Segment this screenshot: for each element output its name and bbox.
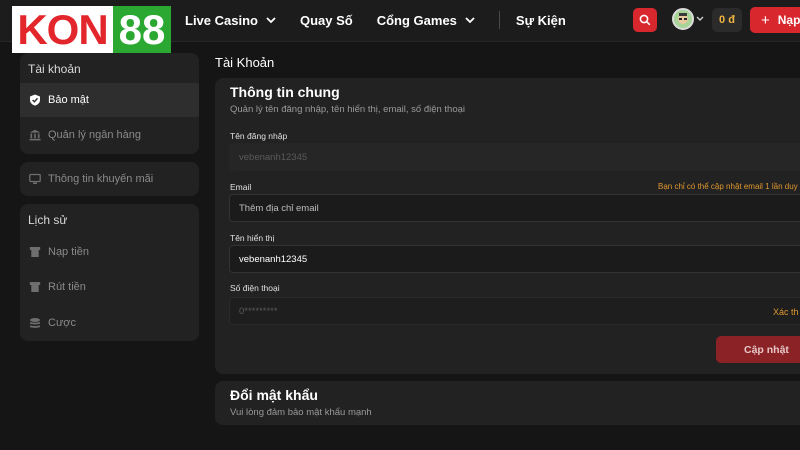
nav-divider [498, 11, 500, 29]
bank-icon [29, 129, 41, 141]
withdraw-icon [29, 281, 41, 293]
main-nav: Live Casino Quay Số Cổng Games Sự Kiện [185, 0, 590, 40]
nav-cong-games-label: Cổng Games [376, 12, 457, 28]
sidebar-item-promo[interactable]: Thông tin khuyến mãi [20, 162, 199, 196]
search-icon [639, 14, 651, 26]
sidebar-item-security-label: Bảo mật [48, 94, 89, 106]
username-label: Tên đăng nhập [230, 131, 288, 141]
chevron-down-icon [465, 17, 475, 24]
email-label: Email [230, 182, 252, 192]
history-section-title: Lịch sử [28, 213, 68, 227]
email-update-note: Bạn chỉ có thể cập nhật email 1 lần duy [658, 182, 798, 191]
nav-live-casino[interactable]: Live Casino [185, 13, 276, 28]
nav-quay-so[interactable]: Quay Số [300, 13, 353, 28]
avatar-face-icon [674, 10, 692, 28]
kon88-logo[interactable]: KON 88 [12, 6, 171, 53]
deposit-icon [29, 246, 41, 258]
email-field[interactable]: Thêm địa chỉ email [229, 194, 800, 222]
nav-cong-games[interactable]: Cổng Games [377, 13, 475, 28]
sidebar-item-security[interactable]: Bảo mật [20, 83, 199, 117]
deposit-button[interactable]: + Nạp [750, 7, 800, 33]
nav-su-kien[interactable]: Sự Kiện [516, 13, 566, 28]
username-field: vebenanh12345 [229, 143, 800, 171]
deposit-label: Nạp [777, 13, 800, 27]
general-info-card [215, 78, 800, 374]
nav-su-kien-label: Sự Kiện [515, 12, 566, 28]
change-password-subtitle: Vui lòng đảm bảo mật khẩu mạnh [230, 407, 372, 418]
chevron-down-icon[interactable] [696, 16, 704, 22]
sidebar-item-deposit-label: Nạp tiền [48, 246, 89, 258]
nav-quay-so-label: Quay Số [299, 12, 353, 28]
sidebar-item-bank-label: Quản lý ngân hàng [48, 129, 141, 141]
change-password-title: Đổi mật khẩu [230, 387, 318, 403]
balance-badge: 0 đ [712, 8, 742, 32]
update-button[interactable]: Cập nhật [716, 336, 800, 363]
page-title: Tài Khoản [215, 55, 275, 70]
nav-live-casino-label: Live Casino [185, 12, 258, 28]
coins-icon [29, 317, 41, 329]
sidebar-item-bets[interactable]: Cược [20, 306, 199, 340]
avatar[interactable] [672, 8, 694, 30]
plus-icon: + [761, 11, 770, 29]
sidebar-item-bets-label: Cược [48, 317, 77, 329]
phone-label: Số điện thoại [230, 283, 280, 293]
chevron-down-icon [266, 17, 276, 24]
sidebar-item-deposit[interactable]: Nạp tiền [20, 235, 199, 269]
sidebar-item-bank[interactable]: Quản lý ngân hàng [20, 118, 199, 152]
general-info-title: Thông tin chung [230, 84, 340, 100]
monitor-icon [29, 173, 41, 185]
logo-88-text: 88 [113, 6, 171, 53]
shield-check-icon [29, 94, 41, 106]
account-section-title: Tài khoản [28, 62, 81, 76]
phone-field: 0********* [229, 297, 800, 325]
display-name-field[interactable]: vebenanh12345 [229, 245, 800, 273]
phone-verify-link[interactable]: Xác th [773, 307, 799, 317]
general-info-subtitle: Quản lý tên đăng nhập, tên hiển thị, ema… [230, 104, 466, 115]
sidebar-item-withdraw[interactable]: Rút tiền [20, 270, 199, 304]
sidebar-item-withdraw-label: Rút tiền [48, 281, 86, 293]
logo-kon-text: KON [12, 6, 113, 53]
sidebar-item-promo-label: Thông tin khuyến mãi [48, 173, 154, 185]
search-button[interactable] [633, 8, 657, 32]
display-name-label: Tên hiển thị [230, 233, 275, 243]
